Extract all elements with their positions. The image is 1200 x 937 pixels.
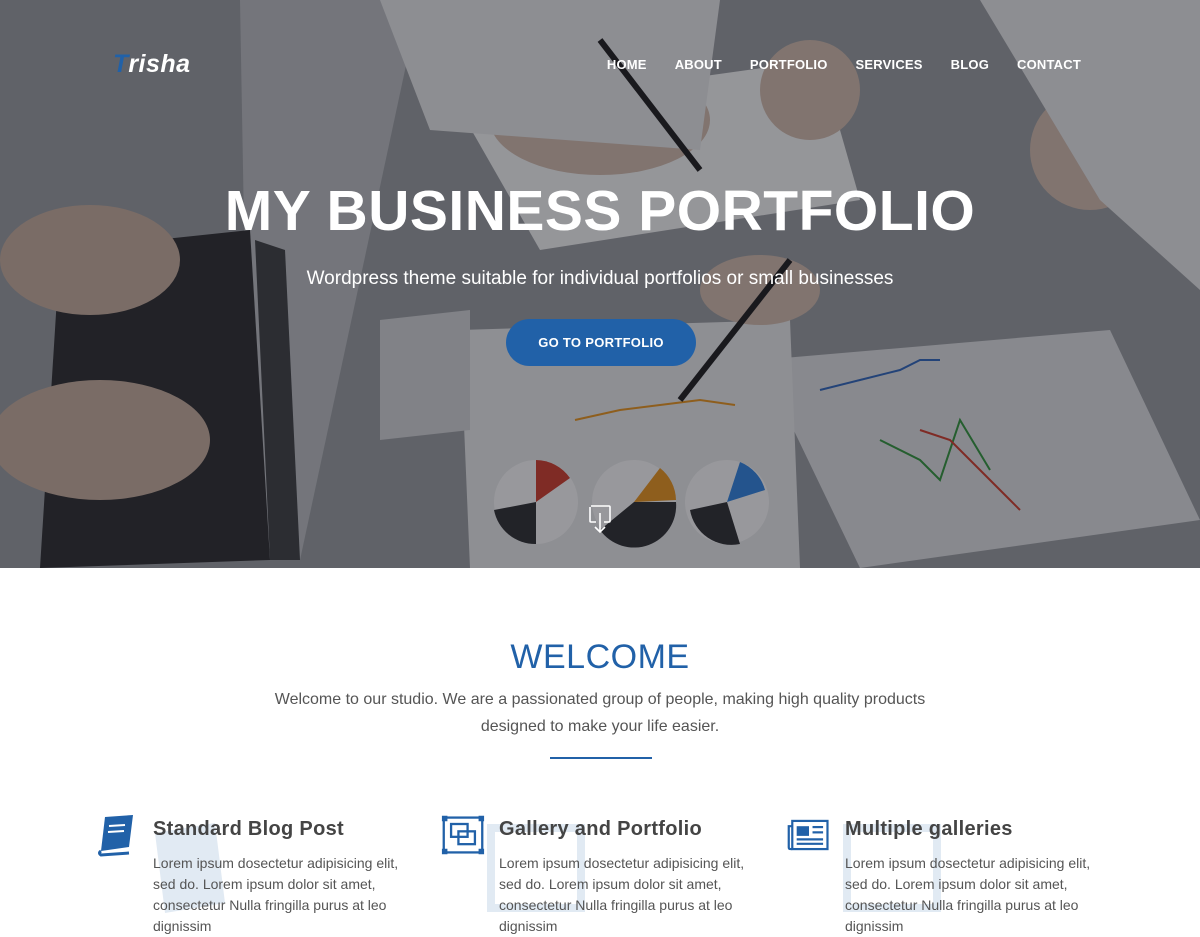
feature-text: Lorem ipsum dosectetur adipisicing elit,… xyxy=(845,855,1091,934)
hero-section: Trisha HOME ABOUT PORTFOLIO SERVICES BLO… xyxy=(0,0,1200,568)
book-icon xyxy=(98,815,133,857)
scroll-down-icon[interactable] xyxy=(588,504,612,534)
gallery-icon xyxy=(441,815,485,855)
site-logo[interactable]: Trisha xyxy=(113,50,191,79)
nav-contact[interactable]: CONTACT xyxy=(1017,57,1081,72)
hero-title: MY BUSINESS PORTFOLIO xyxy=(224,179,976,243)
feature-text: Lorem ipsum dosectetur adipisicing elit,… xyxy=(153,855,399,934)
newspaper-icon xyxy=(787,819,829,851)
hero-subtitle: Wordpress theme suitable for individual … xyxy=(306,268,894,289)
feature-standard-blog-post: Standard Blog Post Lorem ipsum dosectetu… xyxy=(95,813,425,934)
welcome-title: WELCOME xyxy=(510,638,690,676)
nav-home[interactable]: HOME xyxy=(607,57,647,72)
logo-text: risha xyxy=(128,50,191,78)
welcome-section: WELCOME Welcome to our studio. We are a … xyxy=(0,568,1200,934)
nav-portfolio[interactable]: PORTFOLIO xyxy=(750,57,828,72)
feature-multiple-galleries: Multiple galleries Lorem ipsum dosectetu… xyxy=(787,813,1117,934)
nav-blog[interactable]: BLOG xyxy=(951,57,989,72)
nav-services[interactable]: SERVICES xyxy=(856,57,923,72)
feature-title: Standard Blog Post xyxy=(153,818,344,840)
feature-gallery-and-portfolio: Gallery and Portfolio Lorem ipsum dosect… xyxy=(441,813,771,934)
welcome-text: Welcome to our studio. We are a passiona… xyxy=(274,691,926,735)
top-navigation: Trisha HOME ABOUT PORTFOLIO SERVICES BLO… xyxy=(0,0,1200,130)
section-divider xyxy=(550,757,652,759)
feature-title: Multiple galleries xyxy=(845,818,1013,840)
feature-title: Gallery and Portfolio xyxy=(499,818,702,840)
nav-about[interactable]: ABOUT xyxy=(675,57,722,72)
go-to-portfolio-button[interactable]: GO TO PORTFOLIO xyxy=(506,319,696,366)
logo-first-letter: T xyxy=(113,50,129,78)
feature-text: Lorem ipsum dosectetur adipisicing elit,… xyxy=(499,855,745,934)
main-menu: HOME ABOUT PORTFOLIO SERVICES BLOG CONTA… xyxy=(607,57,1081,72)
